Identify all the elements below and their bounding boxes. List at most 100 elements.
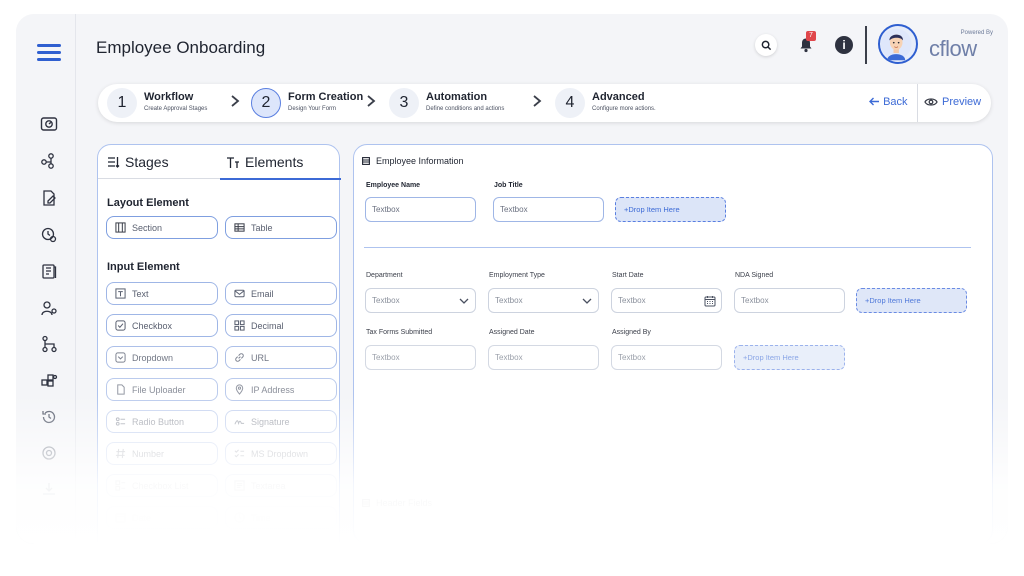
download-icon[interactable] — [40, 480, 58, 498]
element-table[interactable]: Table — [225, 216, 337, 239]
field-label-job-title: Job Title — [494, 182, 523, 189]
assigned-date-field[interactable]: Textbox — [488, 345, 599, 370]
employment-type-dropdown[interactable]: Textbox — [488, 288, 599, 313]
section-icon — [362, 157, 370, 165]
element-label: Dropdown — [132, 352, 174, 363]
page-title: Employee Onboarding — [96, 38, 266, 57]
reports-icon[interactable] — [40, 262, 58, 280]
element-textarea[interactable]: Textarea — [225, 474, 337, 497]
element-dropdown[interactable]: Dropdown — [106, 346, 218, 369]
dropdown-icon — [115, 352, 126, 363]
assigned-by-field[interactable]: Textbox — [611, 345, 722, 370]
dashboard-icon[interactable] — [40, 115, 58, 133]
element-email[interactable]: Email — [225, 282, 337, 305]
field-label-department: Department — [366, 272, 403, 279]
element-label: Number — [132, 448, 165, 459]
table-icon — [234, 223, 245, 232]
stepper-divider — [917, 84, 918, 122]
step-label: Form Creation — [288, 91, 364, 103]
drop-zone[interactable]: +Drop Item Here — [734, 345, 845, 370]
element-label: Textarea — [251, 480, 286, 491]
notification-badge: 7 — [806, 31, 816, 41]
signature-icon — [234, 420, 245, 426]
chevron-right-icon — [231, 95, 240, 107]
chevron-down-icon — [459, 298, 469, 304]
users-settings-icon[interactable] — [40, 299, 58, 317]
form-edit-icon[interactable] — [40, 189, 58, 207]
step-number: 4 — [555, 88, 585, 118]
dropdown-value: Textbox — [372, 296, 400, 305]
preview-button[interactable]: Preview — [924, 96, 981, 108]
start-date-field[interactable]: Textbox — [611, 288, 722, 313]
text-icon — [115, 288, 126, 299]
drop-zone[interactable]: +Drop Item Here — [856, 288, 967, 313]
tab-label: Stages — [125, 154, 169, 170]
checkbox-list-icon — [115, 480, 126, 491]
field-label-start-date: Start Date — [612, 272, 644, 279]
menu-icon[interactable] — [37, 44, 61, 65]
process-icon[interactable] — [40, 226, 58, 244]
element-label: IP Address — [251, 384, 295, 395]
input-element-heading: Input Element — [107, 261, 180, 273]
element-date[interactable]: Date — [106, 506, 218, 529]
tab-stages[interactable]: Stages — [107, 154, 169, 170]
history-icon[interactable] — [40, 408, 58, 426]
field-label-employment-type: Employment Type — [489, 272, 545, 279]
ms-dropdown-icon — [234, 449, 245, 458]
section-title: Header Fields — [376, 498, 433, 508]
element-ms-dropdown[interactable]: MS Dropdown — [225, 442, 337, 465]
element-file-uploader[interactable]: File Uploader — [106, 378, 218, 401]
app-window: Employee Onboarding 7 i Powered By cflow… — [16, 14, 1008, 544]
workflow-icon[interactable] — [40, 152, 58, 170]
element-time[interactable]: Time — [225, 506, 337, 529]
field-label-employee-name: Employee Name — [366, 182, 421, 189]
element-label: MS Dropdown — [251, 448, 309, 459]
nda-signed-field[interactable]: Textbox — [734, 288, 845, 313]
job-title-field[interactable]: Textbox — [493, 197, 604, 222]
chevron-right-icon — [533, 95, 542, 107]
element-section[interactable]: Section — [106, 216, 218, 239]
calendar-icon — [704, 296, 716, 307]
step-subtitle: Create Approval Stages — [144, 106, 208, 112]
element-label: Decimal — [251, 320, 284, 331]
step-number: 3 — [389, 88, 419, 118]
back-button[interactable]: Back — [869, 96, 908, 108]
info-icon[interactable]: i — [835, 36, 853, 54]
element-text[interactable]: Text — [106, 282, 218, 305]
element-label: Table — [251, 222, 273, 233]
element-decimal[interactable]: Decimal — [225, 314, 337, 337]
apps-icon[interactable] — [40, 372, 58, 390]
element-label: File Uploader — [132, 384, 186, 395]
chevron-right-icon — [367, 95, 376, 107]
eye-icon — [924, 98, 938, 106]
tab-elements[interactable]: Elements — [226, 154, 303, 170]
department-dropdown[interactable]: Textbox — [365, 288, 476, 313]
section-header[interactable]: Employee Information — [362, 156, 464, 166]
settings-icon[interactable] — [40, 444, 58, 462]
element-ip-address[interactable]: IP Address — [225, 378, 337, 401]
drop-zone[interactable]: +Drop Item Here — [615, 197, 726, 222]
tax-forms-field[interactable]: Textbox — [365, 345, 476, 370]
panel-tabs: Stages Elements — [98, 145, 341, 180]
field-label-assigned-date: Assigned Date — [489, 329, 535, 336]
element-url[interactable]: URL — [225, 346, 337, 369]
stepper: 1 Workflow Create Approval Stages 2 Form… — [98, 84, 991, 122]
step-number: 2 — [251, 88, 281, 118]
link-icon — [235, 353, 244, 362]
element-checkbox[interactable]: Checkbox — [106, 314, 218, 337]
top-header: Employee Onboarding 7 i Powered By cflow — [77, 14, 1008, 76]
element-checkbox-list[interactable]: Checkbox List — [106, 474, 218, 497]
section-header[interactable]: Header Fields — [362, 498, 432, 508]
step-subtitle: Configure more actions. — [592, 106, 656, 112]
search-button[interactable] — [755, 34, 777, 56]
avatar[interactable] — [878, 24, 918, 64]
element-number[interactable]: Number — [106, 442, 218, 465]
back-label: Back — [883, 96, 908, 108]
employee-name-field[interactable]: Textbox — [365, 197, 476, 222]
element-label: Text — [132, 288, 149, 299]
step-label: Advanced — [592, 91, 645, 103]
field-label-nda-signed: NDA Signed — [735, 272, 774, 279]
element-signature[interactable]: Signature — [225, 410, 337, 433]
flow-icon[interactable] — [40, 335, 58, 353]
element-radio-button[interactable]: Radio Button — [106, 410, 218, 433]
